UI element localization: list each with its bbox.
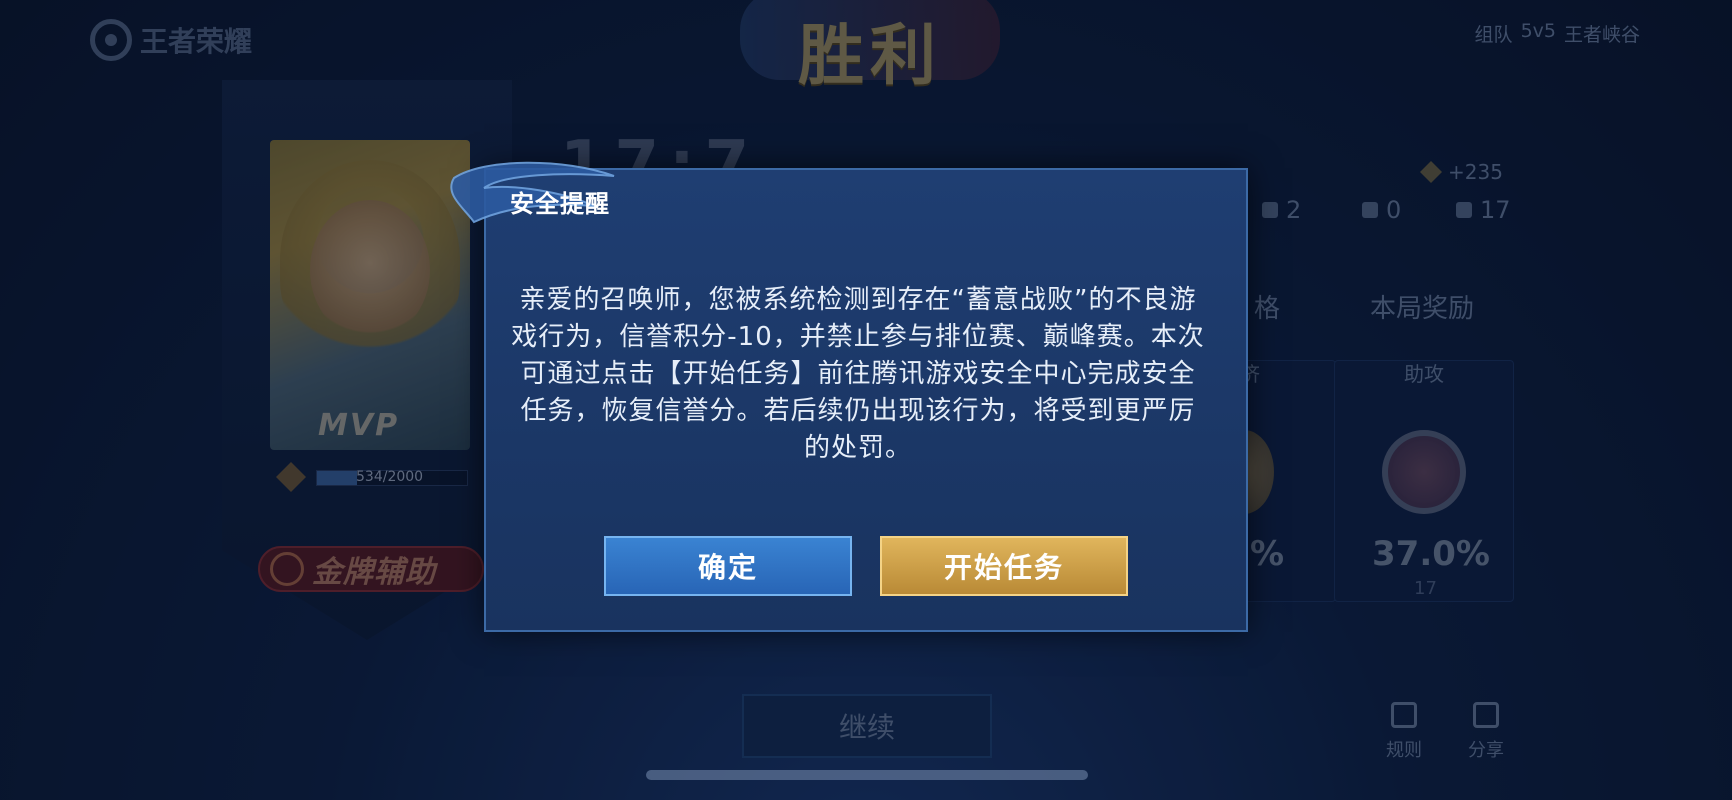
confirm-button[interactable]: 确定 [604,536,852,596]
home-indicator[interactable] [646,770,1088,780]
dialog-message: 亲爱的召唤师，您被系统检测到存在“蓄意战败”的不良游戏行为，信誉积分-10，并禁… [511,285,1205,463]
dialog-title: 安全提醒 [510,190,610,218]
start-task-button[interactable]: 开始任务 [880,536,1128,596]
